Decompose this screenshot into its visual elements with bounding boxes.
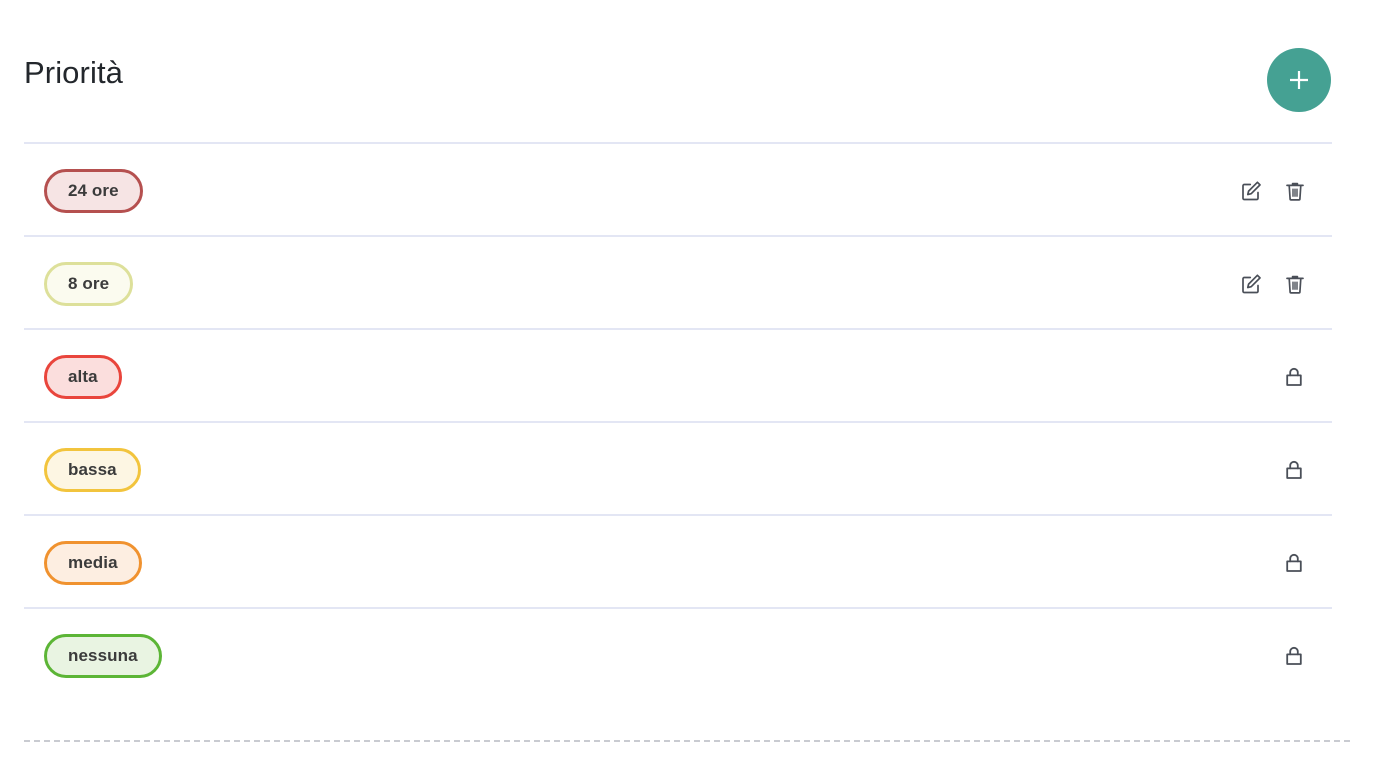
priority-settings-page: Priorità 24 ore 8 ore alta bassa media nessun… [0,0,1374,758]
plus-icon [1284,65,1314,95]
lock-icon [1281,364,1307,390]
list-item: 24 ore [0,144,1374,237]
priority-list: 24 ore 8 ore alta bassa media nessuna [0,144,1374,702]
lock-icon [1281,457,1307,483]
delete-icon [1283,179,1307,203]
priority-chip: 24 ore [44,168,143,213]
row-actions [1238,271,1308,297]
priority-chip: bassa [44,447,141,492]
row-actions [1281,550,1307,576]
list-item: alta [0,330,1374,423]
lock-icon [1281,643,1307,669]
delete-button[interactable] [1282,271,1308,297]
row-actions [1281,643,1307,669]
row-actions [1281,364,1307,390]
row-actions [1281,457,1307,483]
page-title: Priorità [24,55,123,90]
priority-chip: 8 ore [44,261,134,306]
footer-dashed-divider [24,740,1350,742]
list-item: nessuna [0,609,1374,702]
priority-chip: nessuna [44,633,162,678]
priority-chip: alta [44,354,122,399]
lock-icon [1281,550,1307,576]
delete-icon [1283,272,1307,296]
add-priority-button[interactable] [1267,48,1331,112]
delete-button[interactable] [1282,178,1308,204]
edit-icon [1239,179,1263,203]
edit-button[interactable] [1238,271,1264,297]
edit-button[interactable] [1238,178,1264,204]
list-item: media [0,516,1374,609]
list-item: bassa [0,423,1374,516]
edit-icon [1239,272,1263,296]
priority-chip: media [44,540,142,585]
page-header: Priorità [0,0,1374,144]
list-item: 8 ore [0,237,1374,330]
row-actions [1238,178,1308,204]
